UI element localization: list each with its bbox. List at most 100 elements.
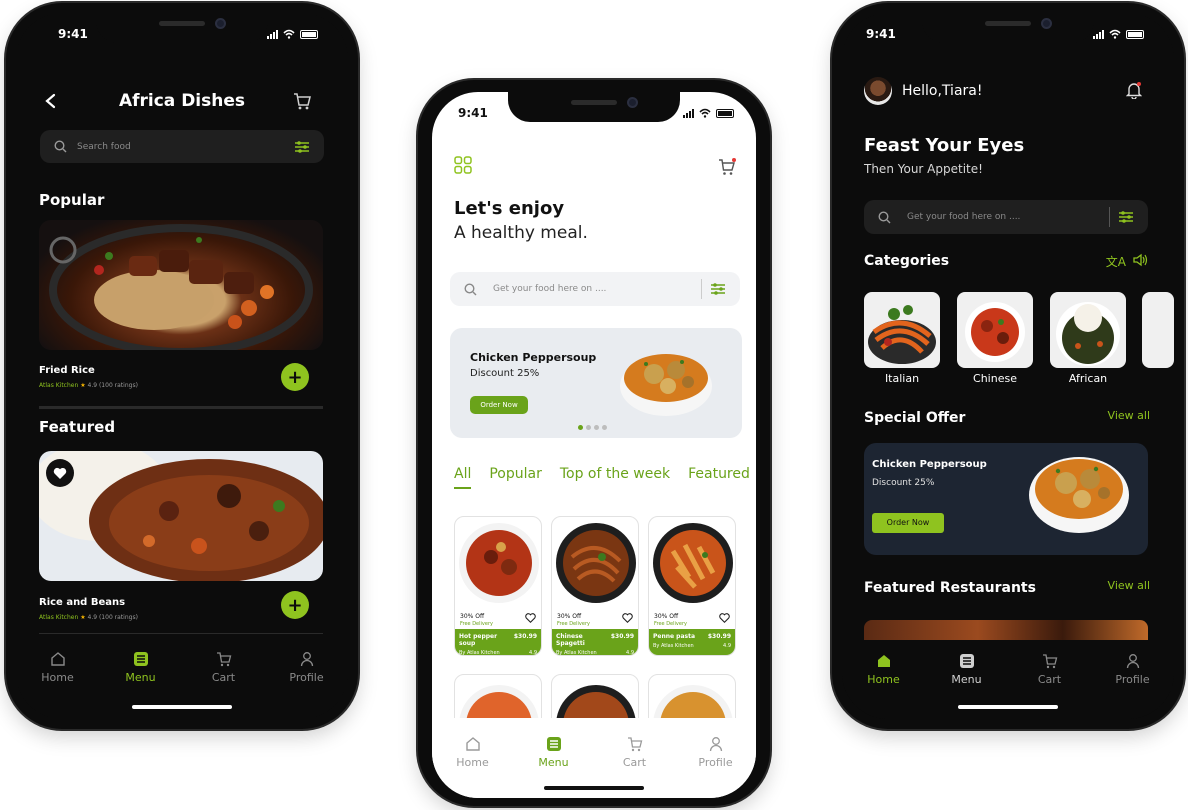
tab-home[interactable]: Home	[28, 651, 88, 684]
tab-label: Home	[456, 756, 489, 769]
vendor-name: Atlas Kitchen	[39, 614, 79, 621]
italian-dish-image	[868, 305, 936, 364]
food-card[interactable]: 30% Off Free Delivery Hot pepper soup $30…	[454, 516, 542, 656]
category-italian[interactable]	[864, 292, 940, 368]
featured-restaurants-title: Featured Restaurants	[864, 580, 1036, 596]
tab-menu[interactable]: Menu	[524, 736, 584, 769]
wifi-icon	[699, 108, 711, 118]
dish-name: Chinese Spagetti	[556, 633, 585, 647]
tab-home[interactable]: Home	[854, 653, 914, 686]
menu-icon	[133, 652, 148, 666]
dish-name: Hot pepper soup	[459, 633, 498, 647]
subheadline: Then Your Appetite!	[864, 162, 983, 176]
tab-label: Cart	[622, 756, 647, 769]
restaurant-banner[interactable]	[864, 620, 1148, 640]
tab-cart[interactable]: Cart	[1020, 653, 1080, 686]
divider	[39, 406, 323, 409]
dish-price: $30.99	[610, 633, 634, 640]
search-bar[interactable]: Get your food here on ....	[450, 272, 740, 306]
headline: Let's enjoy	[454, 198, 565, 219]
cart-icon[interactable]	[292, 91, 312, 111]
tab-label: Cart	[1037, 673, 1062, 686]
speaker-icon[interactable]	[1132, 253, 1148, 267]
translate-icon[interactable]: 文A	[1106, 253, 1126, 270]
card-strip: Chinese Spagetti $30.99 By Atlas Kitchen 4…	[552, 629, 638, 655]
heart-icon[interactable]	[719, 613, 730, 623]
search-icon	[54, 140, 67, 153]
tab-menu[interactable]: Menu	[111, 651, 171, 684]
food-card[interactable]: 30% Off Free Delivery Penne pasta $30.99 …	[648, 516, 736, 656]
tab-cart[interactable]: Cart	[194, 651, 254, 684]
filter-featured[interactable]: Featured	[688, 466, 750, 489]
tab-menu[interactable]: Menu	[937, 653, 997, 686]
add-rice-and-beans-button[interactable]: +	[281, 591, 309, 619]
grid-menu-icon[interactable]	[454, 156, 472, 174]
home-indicator	[544, 786, 644, 790]
order-now-button[interactable]: Order Now	[470, 396, 528, 414]
card-strip: Penne pasta $30.99 By Atlas Kitchen 4.9	[649, 629, 735, 655]
vendor-name: Atlas Kitchen	[39, 382, 79, 389]
tab-profile[interactable]: Profile	[1103, 653, 1163, 686]
add-fried-rice-button[interactable]: +	[281, 363, 309, 391]
offer-text: 30% Off	[654, 613, 679, 620]
filter-icon[interactable]	[294, 140, 310, 154]
category-more[interactable]	[1142, 292, 1174, 368]
food-card[interactable]: 30% Off Free Delivery Chinese Spagetti $3…	[551, 516, 639, 656]
search-input[interactable]: Search food	[77, 142, 294, 152]
bell-icon[interactable]	[1126, 81, 1142, 99]
tab-cart[interactable]: Cart	[605, 736, 665, 769]
search-input[interactable]: Get your food here on ....	[493, 284, 701, 294]
filter-popular[interactable]: Popular	[489, 466, 542, 489]
cart-icon[interactable]	[718, 158, 736, 176]
delivery-text: Free Delivery	[557, 621, 590, 627]
filter-top-of-the-week[interactable]: Top of the week	[560, 466, 670, 489]
filter-icon[interactable]	[710, 282, 726, 296]
category-label: Chinese	[973, 372, 1017, 385]
home-indicator	[132, 705, 232, 709]
signal-icon	[1093, 29, 1104, 39]
filter-icon[interactable]	[1118, 210, 1134, 224]
status-time: 9:41	[458, 106, 488, 120]
menu-icon	[959, 654, 974, 668]
rating-text: 4.9 (100 ratings)	[87, 382, 138, 389]
favorite-button[interactable]	[46, 459, 74, 487]
tab-profile[interactable]: Profile	[277, 651, 337, 684]
search-bar[interactable]: Get your food here on ....	[864, 200, 1148, 234]
tab-label: Cart	[211, 671, 236, 684]
category-chinese[interactable]	[957, 292, 1033, 368]
offer-card[interactable]: Chicken Peppersoup Discount 25% Order No…	[864, 443, 1148, 555]
category-african[interactable]	[1050, 292, 1126, 368]
peppersoup-image	[1029, 457, 1129, 533]
search-icon	[878, 210, 891, 223]
delivery-text: Free Delivery	[654, 621, 687, 627]
cart-icon	[627, 737, 642, 752]
tab-profile[interactable]: Profile	[686, 736, 746, 769]
section-popular: Popular	[39, 191, 105, 209]
view-all-link[interactable]: View all	[1108, 579, 1150, 592]
order-now-button[interactable]: Order Now	[872, 513, 944, 533]
tab-label: Profile	[698, 756, 733, 769]
status-time: 9:41	[58, 27, 88, 41]
promo-banner[interactable]: Chicken Peppersoup Discount 25% Order No…	[450, 328, 742, 438]
fried-rice-image[interactable]	[39, 220, 323, 350]
filter-all[interactable]: All	[454, 466, 472, 489]
categories-title: Categories	[864, 253, 950, 269]
dish-image	[556, 523, 636, 603]
tab-home[interactable]: Home	[443, 736, 503, 769]
cart-icon	[1042, 654, 1057, 669]
profile-icon	[1126, 654, 1139, 669]
heart-icon[interactable]	[622, 613, 633, 623]
view-all-link[interactable]: View all	[1108, 409, 1150, 422]
section-featured: Featured	[39, 418, 116, 436]
middle-phone: 9:41 Let's enjoy A healthy meal. Get you…	[418, 80, 770, 806]
offer-text: 30% Off	[460, 613, 485, 620]
tab-bar: Home Menu Cart Profile	[432, 736, 756, 769]
left-phone: 9:41 Africa Dishes Search food Popular F…	[6, 3, 358, 729]
heart-icon[interactable]	[525, 613, 536, 623]
search-bar[interactable]: Search food	[40, 130, 324, 163]
divider	[39, 633, 323, 634]
avatar[interactable]	[864, 77, 892, 105]
search-input[interactable]: Get your food here on ....	[907, 212, 1109, 222]
search-icon	[464, 282, 477, 295]
rice-and-beans-image[interactable]	[39, 451, 323, 581]
